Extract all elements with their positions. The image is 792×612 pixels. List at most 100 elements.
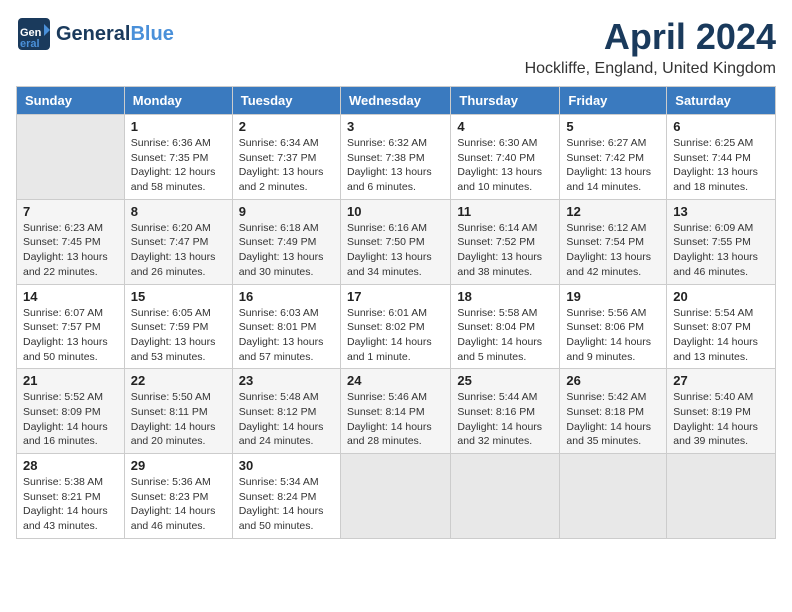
daylight-text: Daylight: 14 hours and 50 minutes.	[239, 505, 324, 532]
day-info: Sunrise: 5:58 AMSunset: 8:04 PMDaylight:…	[457, 306, 553, 365]
calendar-cell: 30 Sunrise: 5:34 AMSunset: 8:24 PMDayligh…	[232, 454, 340, 539]
header-cell-thursday: Thursday	[451, 87, 560, 115]
daylight-text: Daylight: 14 hours and 43 minutes.	[23, 505, 108, 532]
day-info: Sunrise: 5:56 AMSunset: 8:06 PMDaylight:…	[566, 306, 660, 365]
sunrise-text: Sunrise: 6:27 AM	[566, 137, 646, 149]
sunrise-text: Sunrise: 6:32 AM	[347, 137, 427, 149]
day-number: 17	[347, 289, 444, 304]
header-cell-tuesday: Tuesday	[232, 87, 340, 115]
sunset-text: Sunset: 8:02 PM	[347, 321, 425, 333]
calendar-cell: 20Sunrise: 5:54 AMSunset: 8:07 PMDayligh…	[667, 284, 776, 369]
sunrise-text: Sunrise: 5:48 AM	[239, 391, 319, 403]
sunset-text: Sunset: 7:47 PM	[131, 236, 209, 248]
sunset-text: Sunset: 7:42 PM	[566, 152, 644, 164]
sunrise-text: Sunrise: 5:58 AM	[457, 307, 537, 319]
daylight-text: Daylight: 13 hours and 46 minutes.	[673, 251, 758, 278]
sunset-text: Sunset: 7:44 PM	[673, 152, 751, 164]
day-number: 7	[23, 204, 118, 219]
sunset-text: Sunset: 7:55 PM	[673, 236, 751, 248]
sunset-text: Sunset: 7:37 PM	[239, 152, 317, 164]
day-info: Sunrise: 6:18 AM Sunset: 7:49 PM Daylight:…	[239, 221, 334, 280]
logo-blue: Blue	[130, 23, 173, 45]
day-info: Sunrise: 5:38 AMSunset: 8:21 PMDaylight:…	[23, 475, 118, 534]
daylight-text: Daylight: 14 hours and 24 minutes.	[239, 421, 324, 448]
logo-general: General	[56, 23, 130, 45]
daylight-text: Daylight: 14 hours and 20 minutes.	[131, 421, 216, 448]
daylight-text: Daylight: 14 hours and 9 minutes.	[566, 336, 651, 363]
calendar-cell: 11Sunrise: 6:14 AMSunset: 7:52 PMDayligh…	[451, 199, 560, 284]
sunrise-text: Sunrise: 6:18 AM	[239, 222, 319, 234]
sunset-text: Sunset: 8:24 PM	[239, 491, 317, 503]
daylight-text: Daylight: 13 hours and 14 minutes.	[566, 166, 651, 193]
day-info: Sunrise: 6:27 AM Sunset: 7:42 PM Daylight:…	[566, 136, 660, 195]
day-number: 22	[131, 373, 226, 388]
sunset-text: Sunset: 7:49 PM	[239, 236, 317, 248]
calendar-cell: 27Sunrise: 5:40 AMSunset: 8:19 PMDayligh…	[667, 369, 776, 454]
header-cell-friday: Friday	[560, 87, 667, 115]
day-number: 10	[347, 204, 444, 219]
day-number: 2	[239, 119, 334, 134]
daylight-text: Daylight: 13 hours and 30 minutes.	[239, 251, 324, 278]
sunset-text: Sunset: 8:07 PM	[673, 321, 751, 333]
day-number: 18	[457, 289, 553, 304]
calendar-cell	[667, 454, 776, 539]
daylight-text: Daylight: 13 hours and 50 minutes.	[23, 336, 108, 363]
calendar-cell: 21Sunrise: 5:52 AMSunset: 8:09 PMDayligh…	[17, 369, 125, 454]
calendar-cell: 29Sunrise: 5:36 AMSunset: 8:23 PMDayligh…	[124, 454, 232, 539]
day-info: Sunrise: 6:36 AMSunset: 7:35 PMDaylight:…	[131, 136, 226, 195]
day-number: 6	[673, 119, 769, 134]
sunrise-text: Sunrise: 5:56 AM	[566, 307, 646, 319]
day-info: Sunrise: 5:52 AMSunset: 8:09 PMDaylight:…	[23, 390, 118, 449]
day-info: Sunrise: 6:05 AMSunset: 7:59 PMDaylight:…	[131, 306, 226, 365]
calendar-cell: 3Sunrise: 6:32 AMSunset: 7:38 PMDaylight…	[340, 115, 450, 200]
header-cell-wednesday: Wednesday	[340, 87, 450, 115]
sunset-text: Sunset: 8:11 PM	[131, 406, 208, 418]
sunrise-text: Sunrise: 6:01 AM	[347, 307, 427, 319]
daylight-text: Daylight: 14 hours and 46 minutes.	[131, 505, 216, 532]
page-header: Gen eral GeneralBlue April 2024 Hockliff…	[16, 16, 776, 78]
sunrise-text: Sunrise: 5:54 AM	[673, 307, 753, 319]
daylight-text: Daylight: 13 hours and 57 minutes.	[239, 336, 324, 363]
day-info: Sunrise: 6:03 AMSunset: 8:01 PMDaylight:…	[239, 306, 334, 365]
sunset-text: Sunset: 7:50 PM	[347, 236, 425, 248]
day-number: 30	[239, 458, 334, 473]
sunrise-text: Sunrise: 5:50 AM	[131, 391, 211, 403]
sunset-text: Sunset: 8:19 PM	[673, 406, 751, 418]
day-info: Sunrise: 6:23 AMSunset: 7:45 PMDaylight:…	[23, 221, 118, 280]
title-block: April 2024 Hockliffe, England, United Ki…	[525, 16, 776, 78]
day-number: 28	[23, 458, 118, 473]
calendar-cell: 19Sunrise: 5:56 AMSunset: 8:06 PMDayligh…	[560, 284, 667, 369]
svg-text:eral: eral	[20, 38, 40, 50]
day-info: Sunrise: 5:40 AMSunset: 8:19 PMDaylight:…	[673, 390, 769, 449]
calendar-cell	[340, 454, 450, 539]
day-number: 12	[566, 204, 660, 219]
sunrise-text: Sunrise: 5:36 AM	[131, 476, 211, 488]
day-info: Sunrise: 5:34 AMSunset: 8:24 PMDaylight:…	[239, 475, 334, 534]
sunset-text: Sunset: 7:54 PM	[566, 236, 644, 248]
header-row: SundayMondayTuesdayWednesdayThursdayFrid…	[17, 87, 776, 115]
calendar-cell: 13Sunrise: 6:09 AMSunset: 7:55 PMDayligh…	[667, 199, 776, 284]
calendar-cell: 5Sunrise: 6:27 AMSunset: 7:42 PMDaylight…	[560, 115, 667, 200]
header-cell-monday: Monday	[124, 87, 232, 115]
calendar-table: SundayMondayTuesdayWednesdayThursdayFrid…	[16, 86, 776, 539]
calendar-cell: 2Sunrise: 6:34 AMSunset: 7:37 PMDaylight…	[232, 115, 340, 200]
calendar-cell: 23Sunrise: 5:48 AMSunset: 8:12 PMDayligh…	[232, 369, 340, 454]
calendar-cell: 9Sunrise: 6:18 AMSunset: 7:49 PMDaylight…	[232, 199, 340, 284]
day-number: 15	[131, 289, 226, 304]
day-info: Sunrise: 6:14 AMSunset: 7:52 PMDaylight:…	[457, 221, 553, 280]
calendar-cell	[560, 454, 667, 539]
day-number: 3	[347, 119, 444, 134]
sunset-text: Sunset: 7:52 PM	[457, 236, 535, 248]
sunrise-text: Sunrise: 6:23 AM	[23, 222, 103, 234]
sunrise-text: Sunrise: 5:38 AM	[23, 476, 103, 488]
day-info: Sunrise: 6:30 AMSunset: 7:40 PMDaylight:…	[457, 136, 553, 195]
week-row-4: 21Sunrise: 5:52 AMSunset: 8:09 PMDayligh…	[17, 369, 776, 454]
calendar-cell: 25Sunrise: 5:44 AMSunset: 8:16 PMDayligh…	[451, 369, 560, 454]
day-info: Sunrise: 5:44 AMSunset: 8:16 PMDaylight:…	[457, 390, 553, 449]
calendar-cell: 26Sunrise: 5:42 AMSunset: 8:18 PMDayligh…	[560, 369, 667, 454]
daylight-text: Daylight: 14 hours and 32 minutes.	[457, 421, 542, 448]
calendar-cell: 14Sunrise: 6:07 AMSunset: 7:57 PMDayligh…	[17, 284, 125, 369]
day-number: 20	[673, 289, 769, 304]
calendar-cell: 6Sunrise: 6:25 AMSunset: 7:44 PMDaylight…	[667, 115, 776, 200]
daylight-text: Daylight: 14 hours and 35 minutes.	[566, 421, 651, 448]
